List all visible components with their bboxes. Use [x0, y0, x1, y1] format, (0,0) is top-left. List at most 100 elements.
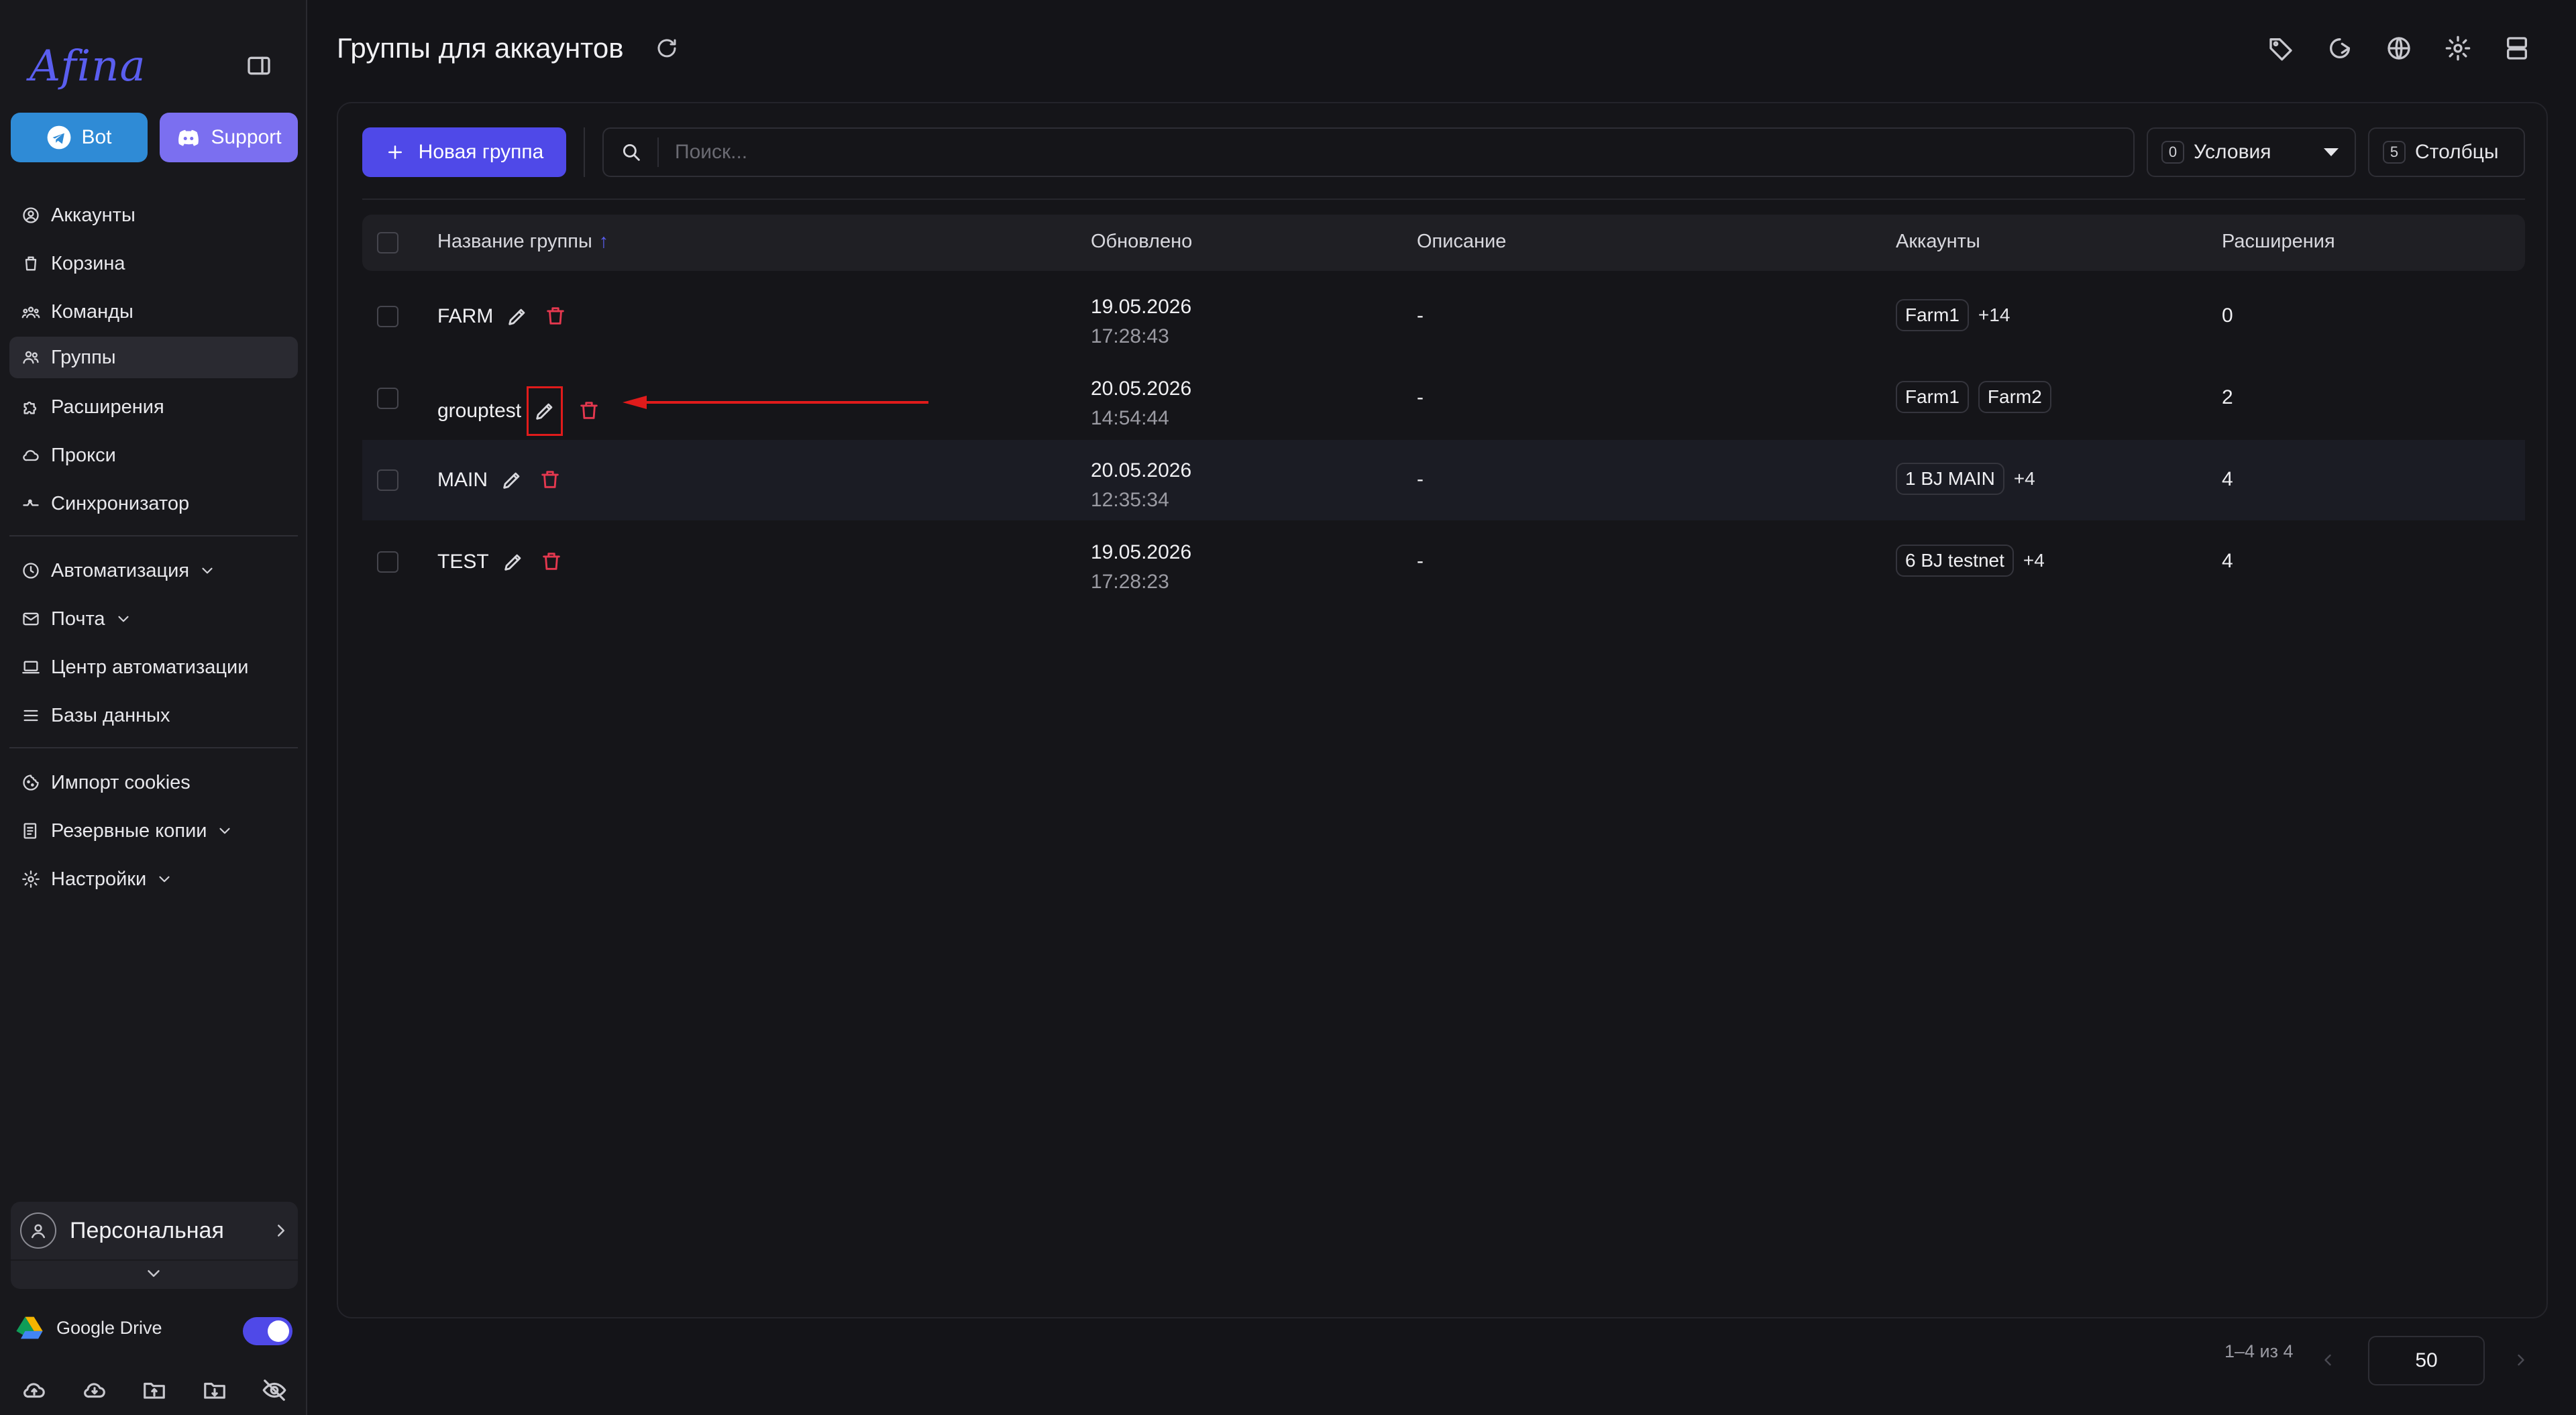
gear-icon[interactable] [2445, 35, 2471, 62]
sidebar-item-teams[interactable]: Команды [9, 291, 298, 333]
columns-button[interactable]: 5 Столбцы [2368, 127, 2525, 177]
account-chip[interactable]: Farm1 [1896, 299, 1969, 331]
extensions-cell: 2 [2222, 386, 2233, 408]
globe-icon[interactable] [2385, 35, 2412, 62]
delete-icon[interactable] [540, 550, 564, 574]
team-icon [21, 302, 40, 321]
new-group-button[interactable]: Новая группа [362, 127, 566, 177]
delete-icon[interactable] [544, 304, 568, 329]
chevron-down-icon [216, 822, 233, 840]
bot-button[interactable]: Bot [11, 113, 148, 162]
laptop-icon [21, 658, 40, 677]
support-button-label: Support [211, 126, 282, 148]
sidebar-item-trash[interactable]: Корзина [9, 243, 298, 284]
account-chip[interactable]: 6 BJ testnet [1896, 545, 2014, 577]
puzzle-icon [21, 398, 40, 416]
proxy-check-icon[interactable] [2326, 35, 2353, 62]
cloud-icon [21, 446, 40, 465]
edit-icon[interactable] [527, 386, 564, 436]
chevron-left-icon[interactable] [2318, 1351, 2337, 1369]
row-checkbox[interactable] [377, 551, 398, 573]
tag-icon[interactable] [2267, 35, 2294, 62]
sidebar-item-mail[interactable]: Почта [9, 598, 298, 640]
chevron-down-icon[interactable] [144, 1263, 164, 1284]
mail-icon [21, 610, 40, 628]
gear-icon [21, 870, 40, 889]
account-chip[interactable]: Farm2 [1978, 381, 2051, 413]
chevron-down-icon [156, 870, 173, 888]
folder-download-icon[interactable] [201, 1377, 229, 1403]
account-chip[interactable]: 1 BJ MAIN [1896, 463, 2004, 495]
sidebar-item-label: Группы [51, 346, 116, 368]
account-chip[interactable]: Farm1 [1896, 381, 1969, 413]
delete-icon[interactable] [578, 399, 602, 423]
toolbar-divider [584, 127, 585, 177]
table-row[interactable]: MAIN 20.05.2026 12:35:34 - 1 BJ MAIN +4 4 [362, 440, 2525, 520]
search-icon [620, 141, 643, 164]
sidebar-item-proxy[interactable]: Прокси [9, 435, 298, 476]
column-header-extensions[interactable]: Расширения [2222, 231, 2335, 253]
extensions-cell: 4 [2222, 468, 2233, 490]
columns-label: Столбцы [2415, 141, 2499, 163]
updated-time: 14:54:44 [1091, 407, 1169, 429]
delete-icon[interactable] [539, 468, 563, 492]
column-header-label: Название группы [437, 231, 592, 252]
accounts-more-count[interactable]: +14 [1978, 304, 2010, 326]
profile-name: Персональная [70, 1218, 224, 1243]
updated-time: 17:28:43 [1091, 325, 1169, 347]
sidebar-item-databases[interactable]: Базы данных [9, 695, 298, 736]
google-drive-toggle[interactable] [243, 1317, 292, 1345]
sidebar-item-synchronizer[interactable]: Синхронизатор [9, 483, 298, 524]
accounts-more-count[interactable]: +4 [2023, 550, 2045, 571]
sidebar-item-backups[interactable]: Резервные копии [9, 810, 298, 852]
sort-asc-icon: ↑ [598, 231, 609, 252]
column-header-updated[interactable]: Обновлено [1091, 231, 1192, 253]
folder-upload-icon[interactable] [140, 1377, 168, 1403]
profile-switcher[interactable]: Персональная [11, 1202, 298, 1289]
support-button[interactable]: Support [160, 113, 298, 162]
cloud-download-icon[interactable] [80, 1377, 109, 1403]
column-header-description[interactable]: Описание [1417, 231, 1506, 253]
layout-rows-icon[interactable] [2504, 35, 2530, 62]
toolbar-separator [362, 199, 2525, 200]
sidebar-item-automation[interactable]: Автоматизация [9, 550, 298, 591]
sidebar-toggle-icon[interactable] [246, 52, 272, 79]
refresh-icon[interactable] [655, 36, 679, 60]
cloud-upload-icon[interactable] [20, 1377, 48, 1403]
chevron-right-icon[interactable] [271, 1221, 291, 1241]
annotation-arrow [623, 396, 928, 409]
eye-off-icon[interactable] [260, 1377, 288, 1403]
table-row[interactable]: FARM 19.05.2026 17:28:43 - Farm1 +14 0 [362, 276, 2525, 357]
new-group-label: Новая группа [418, 141, 544, 163]
updated-date: 20.05.2026 [1091, 378, 1192, 400]
table-row[interactable]: TEST 19.05.2026 17:28:23 - 6 BJ testnet +… [362, 522, 2525, 602]
columns-count-badge: 5 [2383, 141, 2406, 164]
edit-icon[interactable] [505, 304, 529, 329]
sidebar-item-extensions[interactable]: Расширения [9, 386, 298, 428]
edit-icon[interactable] [500, 468, 524, 492]
row-checkbox[interactable] [377, 469, 398, 491]
trash-icon [21, 254, 40, 273]
accounts-more-count[interactable]: +4 [2014, 468, 2035, 490]
edit-icon[interactable] [501, 550, 525, 574]
column-header-accounts[interactable]: Аккаунты [1896, 231, 1980, 253]
sidebar-item-accounts[interactable]: Аккаунты [9, 194, 298, 236]
select-all-checkbox[interactable] [377, 232, 398, 253]
sidebar-item-groups[interactable]: Группы [9, 337, 298, 378]
users-icon [21, 348, 40, 367]
column-header-name[interactable]: Название группы ↑ [437, 231, 608, 253]
user-circle-icon [21, 206, 40, 225]
search-input[interactable] [674, 140, 2133, 164]
row-checkbox[interactable] [377, 306, 398, 327]
sidebar-item-import-cookies[interactable]: Импорт cookies [9, 762, 298, 803]
conditions-dropdown[interactable]: 0 Условия [2147, 127, 2356, 177]
sidebar-item-label: Резервные копии [51, 819, 207, 842]
sidebar-item-automation-center[interactable]: Центр автоматизации [9, 646, 298, 688]
sidebar-bottom-toolbar [20, 1377, 288, 1403]
rows-per-page-input[interactable]: 50 [2368, 1336, 2485, 1385]
chevron-right-icon[interactable] [2512, 1351, 2530, 1369]
discord-icon [176, 125, 201, 150]
sidebar-item-settings[interactable]: Настройки [9, 858, 298, 900]
row-checkbox[interactable] [377, 388, 398, 409]
group-name: FARM [437, 305, 494, 327]
